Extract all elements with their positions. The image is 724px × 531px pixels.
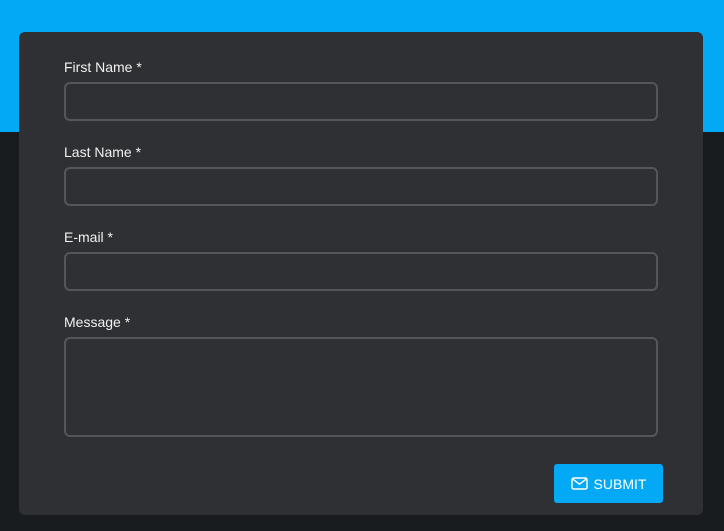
first-name-label: First Name * xyxy=(64,59,142,75)
submit-label: SUBMIT xyxy=(593,475,647,492)
contact-form: First Name * Last Name * E-mail * Messag… xyxy=(19,32,703,515)
email-input[interactable] xyxy=(64,252,658,291)
message-textarea[interactable] xyxy=(64,337,658,437)
submit-button[interactable]: SUBMIT xyxy=(554,464,663,503)
envelope-icon xyxy=(570,477,588,490)
first-name-input[interactable] xyxy=(64,82,658,121)
email-label: E-mail * xyxy=(64,229,114,245)
last-name-input[interactable] xyxy=(64,167,658,206)
last-name-label: Last Name * xyxy=(64,144,142,160)
message-label: Message * xyxy=(64,314,131,330)
